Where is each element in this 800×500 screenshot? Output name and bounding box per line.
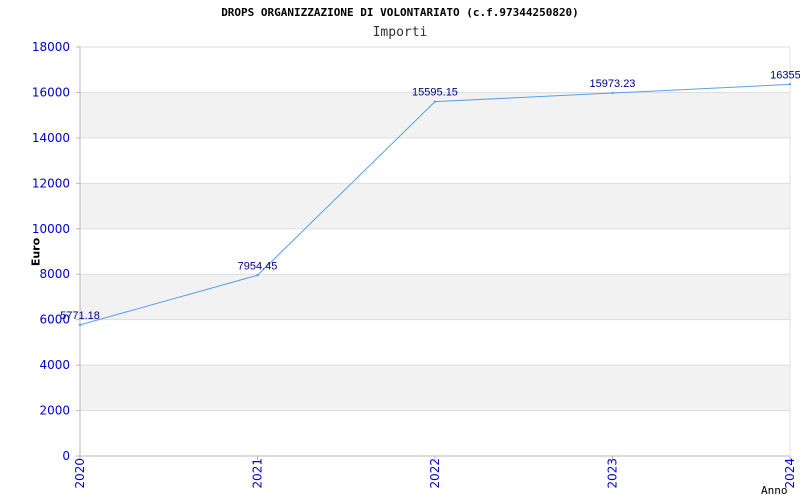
data-point [78, 323, 82, 327]
data-point [788, 83, 792, 86]
y-tick-label: 18000 [32, 40, 70, 54]
y-tick-labels: 0200040006000800010000120001400016000180… [32, 40, 70, 463]
grid-band [80, 137, 790, 184]
x-tick-label: 2021 [251, 458, 265, 489]
y-tick-label: 16000 [32, 85, 70, 99]
x-tick-label: 2022 [428, 458, 442, 489]
data-label: 16355.4 [770, 69, 800, 81]
data-label: 15973.23 [590, 78, 636, 90]
data-label: 7954.45 [238, 260, 278, 272]
data-label: 5771.18 [60, 310, 100, 322]
y-tick-label: 0 [62, 449, 70, 463]
grid-band [80, 183, 790, 229]
grid-band [80, 365, 790, 411]
grid-band [80, 47, 790, 93]
y-tick-label: 8000 [39, 267, 70, 281]
x-tick-label: 2020 [73, 458, 87, 489]
data-point [256, 274, 259, 277]
y-tick-label: 4000 [39, 358, 70, 372]
y-tick-label: 14000 [32, 131, 70, 145]
x-tick-labels: 2020 2021 2022 2023 2024 [73, 458, 797, 489]
y-tick-label: 2000 [39, 404, 70, 418]
x-tick-label: 2023 [606, 458, 620, 489]
x-tick-label: 2024 [783, 458, 797, 489]
grid-band [80, 410, 790, 456]
grid-band [80, 274, 790, 320]
data-point [433, 100, 437, 103]
grid-band [80, 92, 790, 138]
data-label: 15595.15 [412, 87, 458, 99]
grid-bands [80, 46, 790, 457]
grid-band [80, 319, 790, 366]
data-point [611, 91, 614, 95]
line-chart: 0200040006000800010000120001400016000180… [32, 40, 800, 489]
y-tick-label: 12000 [32, 176, 70, 190]
grid-band [80, 228, 790, 275]
y-tick-label: 10000 [32, 222, 70, 236]
